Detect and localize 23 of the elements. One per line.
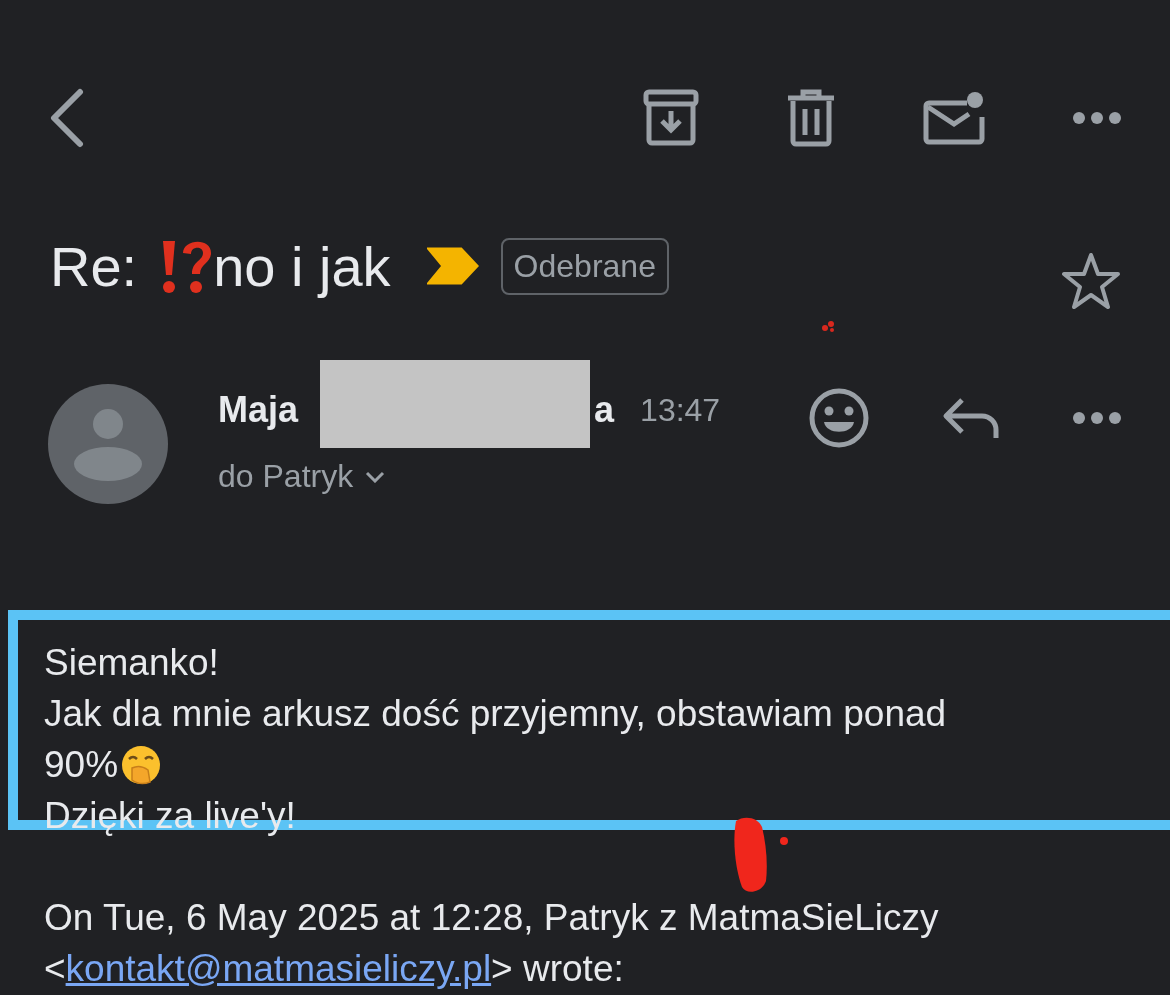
avatar-icon [48,384,168,504]
sender-name: Maja [218,389,299,431]
emoji-icon[interactable] [808,387,870,449]
important-marker-icon[interactable] [426,247,479,285]
more-icon[interactable] [1072,411,1122,425]
chevron-down-icon [365,470,386,483]
quote-header: On Tue, 6 May 2025 at 12:28, Patryk z MatmaSieLiczy <kontakt@matmasieliczy.pl> wrote: [44,896,940,991]
subject-text: no i jak [213,233,391,299]
label-tag: Odebrane [500,237,669,295]
reply-icon[interactable] [942,396,1000,440]
archive-icon[interactable] [643,89,699,147]
subject-prefix: Re: [50,233,138,299]
mail-icon[interactable] [923,91,985,145]
email-link[interactable]: kontakt@matmasieliczy.pl [65,948,492,989]
body-text: 90% [44,743,119,787]
more-icon[interactable] [1072,111,1122,125]
body-text: Siemanko! [44,641,219,685]
trash-icon[interactable] [786,89,836,147]
recipient-toggle[interactable]: do Patryk [218,458,721,495]
time-text: 13:47 [640,391,721,429]
body-text: Jak dla mnie arkusz dość przyjemny, obstawiam ponad [44,692,947,736]
star-icon[interactable] [1060,251,1122,311]
sender-name: a [594,389,615,431]
